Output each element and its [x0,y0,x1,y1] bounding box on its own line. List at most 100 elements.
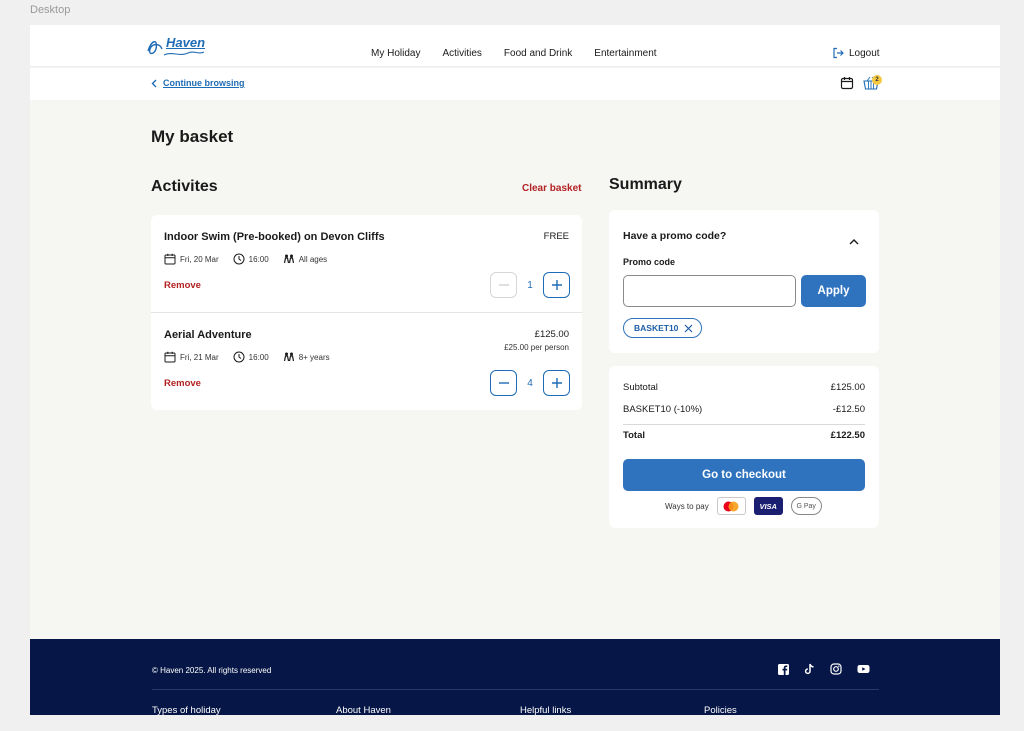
site-header: Haven My Holiday Activities Food and Dri… [30,25,1000,67]
applied-promo-chip: BASKET10 [623,318,703,338]
subtotal-value: £125.00 [830,382,865,393]
calendar-icon [164,253,176,265]
footer-link-helpful-links[interactable]: Helpful links [520,705,704,715]
subtotal-row: Subtotal £125.00 [623,382,865,393]
activities-heading: Activites [151,178,218,195]
item-per-person-price: £25.00 per person [504,343,569,352]
facebook-icon [778,663,789,675]
plus-icon [551,378,562,388]
quantity-value: 4 [527,377,533,389]
subtotal-label: Subtotal [623,382,658,393]
promo-code-card: Have a promo code? Promo code Apply BASK… [609,210,879,353]
promo-question: Have a promo code? [623,230,727,242]
total-label: Total [623,430,645,441]
people-icon [283,352,294,362]
instagram-icon [830,663,842,675]
ways-to-pay-label: Ways to pay [665,501,709,511]
footer-link-about-haven[interactable]: About Haven [336,705,520,715]
instagram-link[interactable] [830,663,842,675]
item-ages: 8+ years [298,352,330,362]
facebook-link[interactable] [778,663,789,675]
quantity-value: 1 [527,279,533,291]
increase-quantity-button[interactable] [543,272,570,298]
footer-link-policies[interactable]: Policies [704,705,888,715]
calendar-button[interactable] [840,76,854,95]
order-totals-card: Subtotal £125.00 BASKET10 (-10%) -£12.50… [609,366,879,528]
people-icon [283,254,294,264]
item-price: FREE [543,231,569,242]
increase-quantity-button[interactable] [543,370,570,396]
clock-icon [233,351,245,363]
youtube-link[interactable] [857,664,870,674]
gpay-badge: G Pay [790,497,822,515]
item-date: Fri, 21 Mar [180,352,219,362]
nav-food-and-drink[interactable]: Food and Drink [504,48,572,59]
decrease-quantity-button[interactable] [490,272,517,298]
close-icon [684,324,693,332]
site-footer: © Haven 2025. All rights reserved Types … [30,639,1000,715]
discount-row: BASKET10 (-10%) -£12.50 [623,404,865,415]
logout-button[interactable]: Logout [832,47,880,59]
total-value: £122.50 [830,430,865,441]
basket-button[interactable]: 2 [863,75,882,90]
main-nav: My Holiday Activities Food and Drink Ent… [371,48,657,59]
plus-icon [551,280,562,290]
tiktok-icon [804,663,814,675]
continue-browsing-link[interactable]: Continue browsing [151,78,245,88]
remove-item-button[interactable]: Remove [164,280,201,291]
calendar-icon [164,351,176,363]
chevron-up-icon [849,239,859,245]
ways-to-pay: Ways to pay VISA G Pay [665,497,822,515]
tiktok-link[interactable] [804,663,815,675]
item-time: 16:00 [248,254,269,264]
promo-code-input[interactable] [623,275,796,307]
sub-icons: 2 [840,75,882,95]
item-time: 16:00 [248,352,269,362]
visa-badge: VISA [753,497,783,515]
item-meta: Fri, 20 Mar 16:00 All ages [164,253,327,265]
remove-item-button[interactable]: Remove [164,378,201,389]
quantity-stepper: 4 [490,370,570,396]
copyright-text: © Haven 2025. All rights reserved [152,666,272,675]
sub-bar: Continue browsing 2 [30,68,1000,100]
totals-divider [623,424,865,425]
item-meta: Fri, 21 Mar 16:00 8+ years [164,351,330,363]
item-ages: All ages [298,254,328,264]
go-to-checkout-button[interactable]: Go to checkout [623,459,865,491]
basket-count-badge: 2 [872,75,882,85]
footer-divider [152,689,879,690]
basket-item: Aerial Adventure £125.00 £25.00 per pers… [151,312,582,409]
applied-promo-code: BASKET10 [634,323,679,333]
haven-logo[interactable]: Haven [144,33,206,59]
clear-basket-button[interactable]: Clear basket [522,183,581,194]
quantity-stepper: 1 [490,272,570,298]
apply-promo-button[interactable]: Apply [801,275,866,307]
logout-icon [833,47,844,59]
collapse-promo-button[interactable] [849,232,859,250]
youtube-icon [857,665,870,673]
discount-value: -£12.50 [832,404,865,415]
item-name: Aerial Adventure [164,329,252,341]
clock-icon [233,253,245,265]
nav-my-holiday[interactable]: My Holiday [371,48,420,59]
summary-heading: Summary [609,176,682,193]
discount-label: BASKET10 (-10%) [623,404,703,415]
nav-entertainment[interactable]: Entertainment [594,48,656,59]
window-label: Desktop [30,4,71,16]
promo-code-label: Promo code [623,257,676,267]
decrease-quantity-button[interactable] [490,370,517,396]
item-date: Fri, 20 Mar [180,254,219,264]
mastercard-icon [723,501,739,511]
minus-icon [498,382,509,384]
chevron-left-icon [151,79,157,87]
app-frame: Haven My Holiday Activities Food and Dri… [30,25,1000,715]
total-row: Total £122.50 [623,430,865,441]
continue-browsing-label: Continue browsing [163,78,245,88]
logo-text: Haven [166,35,206,50]
social-links [778,663,870,675]
basket-item: Indoor Swim (Pre-booked) on Devon Cliffs… [151,215,582,312]
nav-activities[interactable]: Activities [442,48,481,59]
footer-link-types-of-holiday[interactable]: Types of holiday [152,705,336,715]
calendar-icon [840,77,854,90]
remove-promo-button[interactable] [684,324,693,333]
